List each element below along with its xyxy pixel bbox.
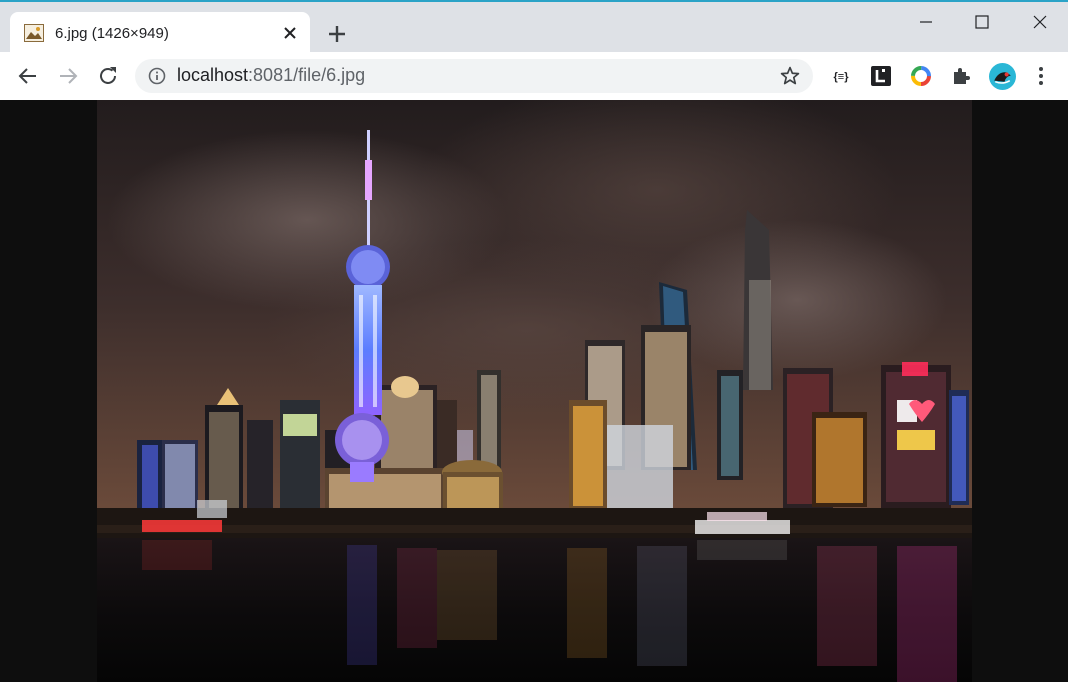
minimize-icon[interactable] xyxy=(914,10,938,34)
svg-text:{≡}: {≡} xyxy=(834,71,850,83)
puzzle-icon[interactable] xyxy=(949,64,973,88)
maximize-icon[interactable] xyxy=(970,10,994,34)
image-viewer xyxy=(0,100,1068,682)
image-file-icon xyxy=(24,24,44,42)
toolbar: localhost:8081/file/6.jpg {≡} xyxy=(0,52,1068,100)
back-arrow-icon[interactable] xyxy=(16,64,40,88)
menu-dots-icon[interactable] xyxy=(1029,64,1053,88)
profile-avatar-icon[interactable] xyxy=(989,63,1016,90)
star-icon[interactable] xyxy=(779,65,801,87)
plus-icon[interactable] xyxy=(325,22,349,46)
displayed-image[interactable] xyxy=(97,100,972,682)
tab-title: 6.jpg (1426×949) xyxy=(55,25,169,42)
address-bar[interactable]: localhost:8081/file/6.jpg xyxy=(135,59,813,93)
tab-active[interactable]: 6.jpg (1426×949) xyxy=(10,12,310,54)
info-icon[interactable] xyxy=(148,67,166,85)
json-viewer-icon[interactable]: {≡} xyxy=(829,64,853,88)
url-path: :8081/file/6.jpg xyxy=(248,65,366,85)
window-close-icon[interactable] xyxy=(1028,10,1052,34)
close-icon[interactable] xyxy=(280,23,300,43)
l-extension-icon[interactable] xyxy=(869,64,893,88)
color-ring-icon[interactable] xyxy=(909,64,933,88)
browser-chrome: 6.jpg (1426×949) localhost:8081/file/6.j… xyxy=(0,0,1068,100)
url-host: localhost xyxy=(177,65,249,85)
tab-strip: 6.jpg (1426×949) xyxy=(0,0,1068,54)
url-text[interactable]: localhost:8081/file/6.jpg xyxy=(177,65,365,86)
forward-arrow-icon[interactable] xyxy=(56,64,80,88)
reload-icon[interactable] xyxy=(96,64,120,88)
